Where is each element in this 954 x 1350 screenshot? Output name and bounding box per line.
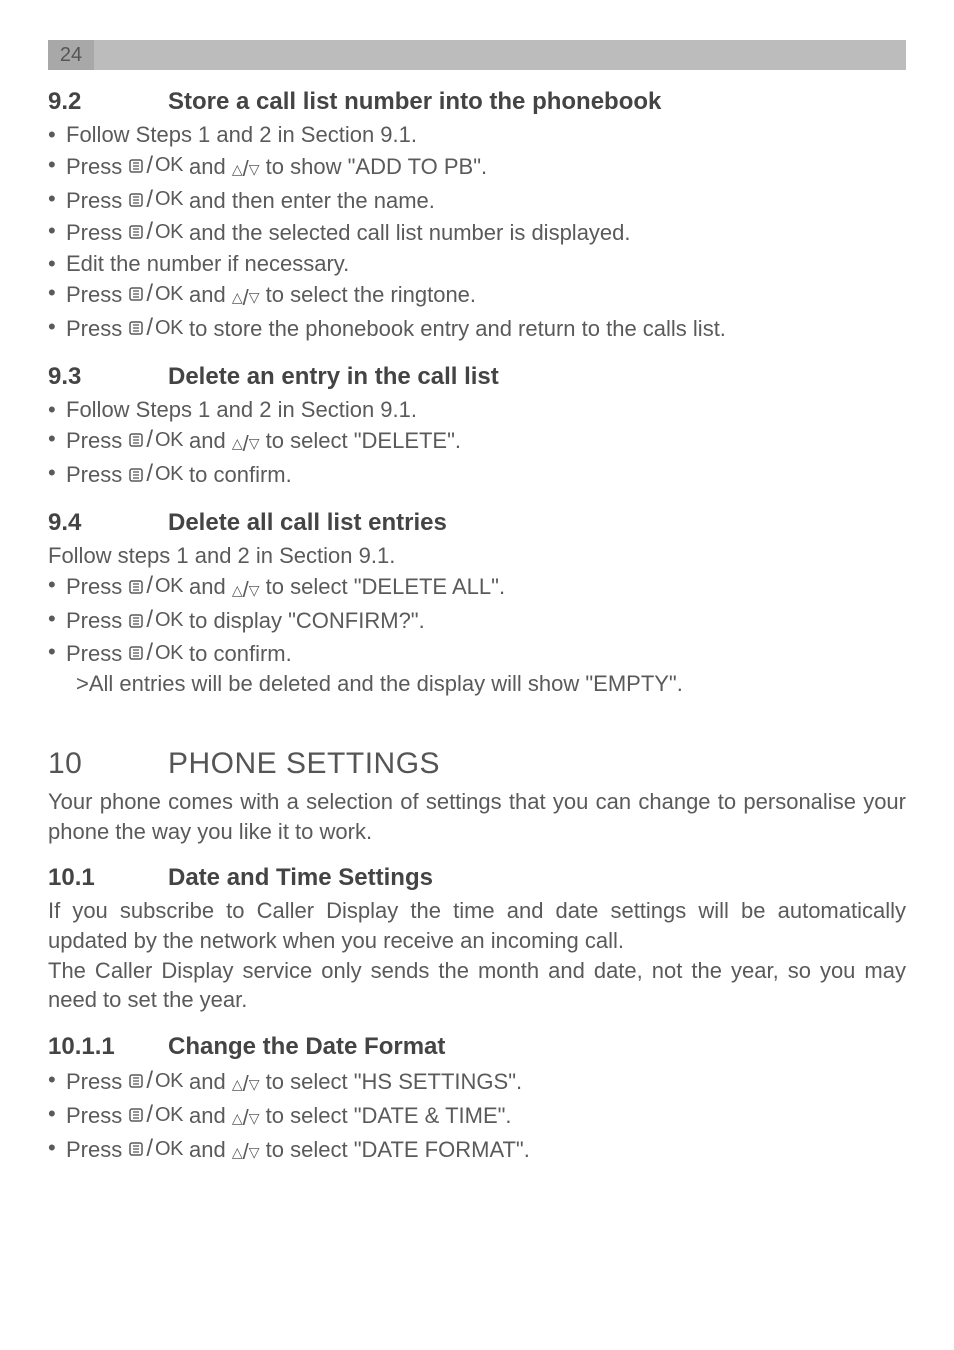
- heading-9-4: 9.4 Delete all call list entries: [48, 509, 906, 537]
- heading-number: 9.4: [48, 509, 168, 537]
- page-number: 24: [48, 40, 94, 70]
- menu-ok-icon: /OK: [128, 312, 183, 344]
- menu-ok-icon: /OK: [128, 150, 183, 182]
- list-item: • Press /OK and then enter the name.: [48, 184, 906, 216]
- heading-title: Delete an entry in the call list: [168, 363, 499, 391]
- menu-ok-icon: /OK: [128, 604, 183, 636]
- up-down-icon: △/▽: [232, 1103, 260, 1133]
- menu-ok-icon: /OK: [128, 458, 183, 490]
- menu-ok-icon: /OK: [128, 1133, 183, 1165]
- page-header-bar: 24: [48, 40, 906, 70]
- heading-9-2: 9.2 Store a call list number into the ph…: [48, 88, 906, 116]
- para-10-1-b: The Caller Display service only sends th…: [48, 956, 906, 1015]
- list-item: • Press /OK and the selected call list n…: [48, 216, 906, 248]
- list-item: • Press /OK and △/▽ to select "DATE & TI…: [48, 1099, 906, 1133]
- list-item: • Press /OK to confirm.: [48, 458, 906, 490]
- intro-9-4: Follow steps 1 and 2 in Section 9.1.: [48, 541, 906, 571]
- sub-note-9-4: >All entries will be deleted and the dis…: [48, 669, 906, 699]
- heading-title: PHONE SETTINGS: [168, 747, 440, 781]
- list-item: •Follow Steps 1 and 2 in Section 9.1.: [48, 120, 906, 150]
- heading-9-3: 9.3 Delete an entry in the call list: [48, 363, 906, 391]
- up-down-icon: △/▽: [232, 154, 260, 184]
- menu-ok-icon: /OK: [128, 216, 183, 248]
- heading-number: 10.1.1: [48, 1033, 168, 1061]
- heading-title: Date and Time Settings: [168, 864, 433, 892]
- para-10-1-a: If you subscribe to Caller Display the t…: [48, 896, 906, 955]
- heading-number: 9.2: [48, 88, 168, 116]
- up-down-icon: △/▽: [232, 429, 260, 459]
- list-item: • Press /OK to display "CONFIRM?".: [48, 604, 906, 636]
- up-down-icon: △/▽: [232, 1069, 260, 1099]
- list-9-4: • Press /OK and △/▽ to select "DELETE AL…: [48, 570, 906, 669]
- list-item: • Press /OK and △/▽ to select "DELETE".: [48, 424, 906, 458]
- up-down-icon: △/▽: [232, 575, 260, 605]
- up-down-icon: △/▽: [232, 1137, 260, 1167]
- heading-number: 10: [48, 747, 168, 781]
- list-9-2: •Follow Steps 1 and 2 in Section 9.1. • …: [48, 120, 906, 345]
- up-down-icon: △/▽: [232, 283, 260, 313]
- list-item: • Press /OK to store the phonebook entry…: [48, 312, 906, 344]
- list-item: •Follow Steps 1 and 2 in Section 9.1.: [48, 395, 906, 425]
- intro-10: Your phone comes with a selection of set…: [48, 787, 906, 846]
- list-item: • Press /OK to confirm.: [48, 637, 906, 669]
- menu-ok-icon: /OK: [128, 424, 183, 456]
- heading-number: 10.1: [48, 864, 168, 892]
- menu-ok-icon: /OK: [128, 570, 183, 602]
- list-9-3: •Follow Steps 1 and 2 in Section 9.1. • …: [48, 395, 906, 491]
- list-10-1-1: • Press /OK and △/▽ to select "HS SETTIN…: [48, 1065, 906, 1167]
- heading-title: Store a call list number into the phoneb…: [168, 88, 661, 116]
- menu-ok-icon: /OK: [128, 1099, 183, 1131]
- list-item: •Edit the number if necessary.: [48, 249, 906, 279]
- list-item: • Press /OK and △/▽ to select "HS SETTIN…: [48, 1065, 906, 1099]
- heading-10: 10 PHONE SETTINGS: [48, 747, 906, 781]
- list-item: • Press /OK and △/▽ to show "ADD TO PB".: [48, 150, 906, 184]
- heading-10-1: 10.1 Date and Time Settings: [48, 864, 906, 892]
- list-item: • Press /OK and △/▽ to select "DELETE AL…: [48, 570, 906, 604]
- heading-number: 9.3: [48, 363, 168, 391]
- menu-ok-icon: /OK: [128, 1065, 183, 1097]
- heading-title: Change the Date Format: [168, 1033, 445, 1061]
- heading-10-1-1: 10.1.1 Change the Date Format: [48, 1033, 906, 1061]
- list-item: • Press /OK and △/▽ to select the ringto…: [48, 278, 906, 312]
- list-item: • Press /OK and △/▽ to select "DATE FORM…: [48, 1133, 906, 1167]
- menu-ok-icon: /OK: [128, 184, 183, 216]
- heading-title: Delete all call list entries: [168, 509, 447, 537]
- menu-ok-icon: /OK: [128, 637, 183, 669]
- menu-ok-icon: /OK: [128, 278, 183, 310]
